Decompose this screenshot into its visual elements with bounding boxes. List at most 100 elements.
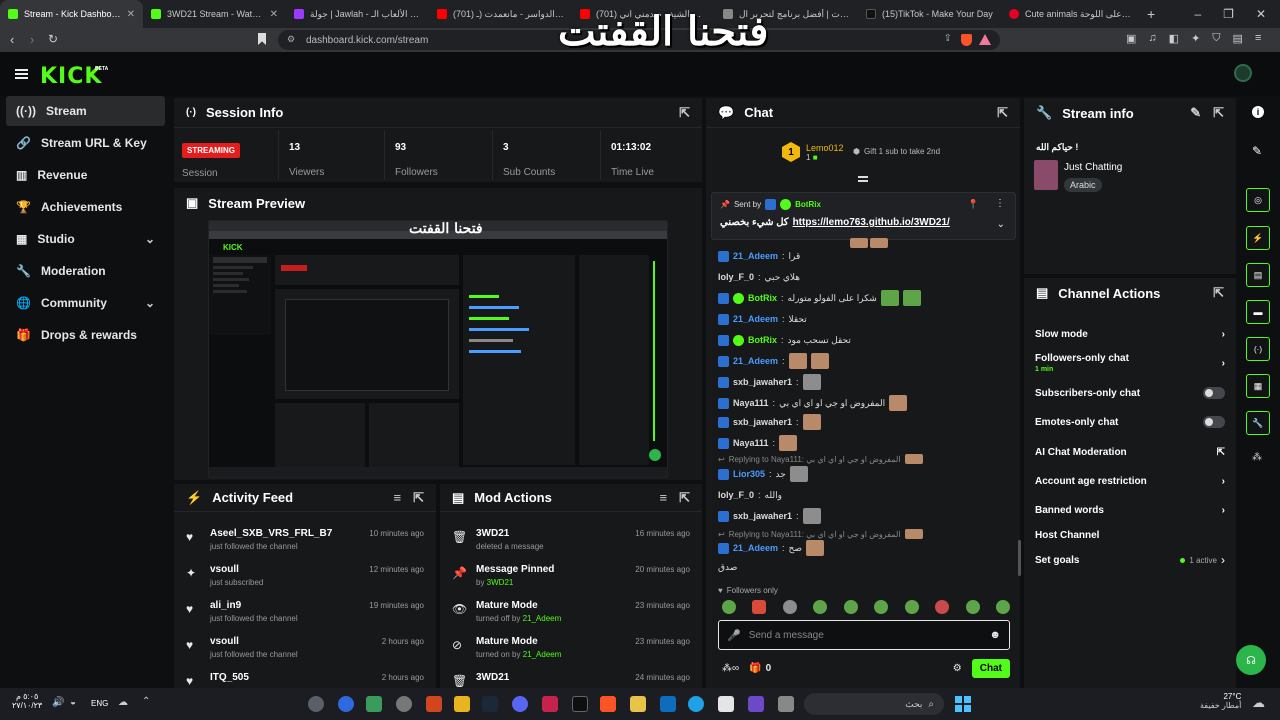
chat-username[interactable]: loly_F_0 <box>718 272 754 282</box>
popout-icon[interactable]: ⇱ <box>1213 285 1224 301</box>
emote-button[interactable] <box>965 600 980 614</box>
language-indicator[interactable]: ENG <box>91 699 108 708</box>
chat-username[interactable]: loly_F_0 <box>718 490 754 500</box>
clock[interactable]: ٥:٠٥ م ٢٧/١٠/٢٣ <box>12 692 42 710</box>
browser-tab[interactable]: (701) شبل الدواسر - مانعمدت (ـ <box>429 0 572 28</box>
popout-icon[interactable]: ⇱ <box>1213 105 1224 121</box>
sidebar-icon[interactable]: ◧ <box>1169 32 1179 45</box>
close-icon[interactable]: ✕ <box>270 9 278 20</box>
activity-user[interactable]: vsoull <box>210 556 263 575</box>
collapse-icon[interactable] <box>858 176 868 182</box>
minimize-icon[interactable]: – <box>1194 7 1201 21</box>
pinned-user[interactable]: BotRix <box>795 200 821 209</box>
sidebar-item-achievements[interactable]: 🏆 Achievements <box>6 192 165 222</box>
maximize-icon[interactable]: ❐ <box>1223 7 1234 21</box>
sidebar-item-stream-url-key[interactable]: 🔗 Stream URL & Key <box>6 128 165 158</box>
host-channel-action[interactable]: Host Channel <box>1035 527 1225 543</box>
sidebar-item-revenue[interactable]: ▥ Revenue <box>6 160 165 190</box>
notification-icon[interactable]: 🔊 <box>52 697 64 708</box>
chat-input[interactable]: 🎤 Send a message ☻ <box>718 620 1010 650</box>
browser-tab[interactable]: جولة | Jawlah - منصة الألعاب الـ <box>286 0 429 28</box>
emote-button[interactable] <box>904 600 919 614</box>
close-icon[interactable]: ✕ <box>127 9 135 20</box>
sidebar-item-studio[interactable]: ▦ Studio ⌄ <box>6 224 165 254</box>
pinned-link[interactable]: https://lemo763.github.io/3WD21/ <box>793 217 950 228</box>
chat-username[interactable]: Naya111 <box>733 438 769 448</box>
back-icon[interactable]: ‹ <box>10 32 14 47</box>
category-thumbnail[interactable] <box>1034 160 1058 190</box>
app-icon[interactable] <box>338 696 354 712</box>
sidebar-item-community[interactable]: 🌐 Community ⌄ <box>6 288 165 318</box>
taskbar-search[interactable]: بحث ⌕ <box>804 693 944 715</box>
emote-button[interactable] <box>995 600 1010 614</box>
hamburger-menu-icon[interactable] <box>15 69 28 79</box>
screenshot-icon[interactable]: ▣ <box>1126 32 1136 45</box>
app-icon[interactable] <box>366 696 382 712</box>
share-icon[interactable]: ⇪ <box>944 33 952 44</box>
task-view-icon[interactable] <box>778 696 794 712</box>
filter-icon[interactable]: ≡ <box>394 490 402 506</box>
account-age-action[interactable]: Account age restriction › <box>1035 473 1225 489</box>
rewards-icon[interactable] <box>979 34 991 45</box>
browser-tab[interactable]: (15)TikTok - Make Your Day <box>858 0 1001 28</box>
rail-camera-button[interactable]: ◎ <box>1246 188 1270 212</box>
kick-logo[interactable]: KICK <box>40 64 102 89</box>
info-icon[interactable]: i <box>1252 106 1264 118</box>
edit-icon[interactable]: ✎ <box>1190 105 1201 121</box>
file-explorer-icon[interactable] <box>630 696 646 712</box>
activity-user[interactable]: ali_in9 <box>210 592 298 611</box>
filter-icon[interactable]: ≡ <box>660 490 668 506</box>
edit-icon[interactable]: ✎ <box>1252 144 1262 158</box>
emotes-only-toggle[interactable] <box>1203 416 1225 428</box>
support-chat-button[interactable]: ☊ <box>1236 645 1266 675</box>
app-icon[interactable] <box>454 696 470 712</box>
subscribers-only-toggle[interactable] <box>1203 387 1225 399</box>
stream-category[interactable]: Just Chatting <box>1064 162 1122 173</box>
windows-start-icon[interactable] <box>955 696 971 712</box>
app-icon[interactable] <box>572 696 588 712</box>
onedrive-icon[interactable]: ☁ <box>118 697 128 708</box>
rail-document-button[interactable]: ▤ <box>1246 263 1270 287</box>
popout-icon[interactable]: ⇱ <box>413 490 424 506</box>
browser-tab[interactable]: Cute animals منشور على اللوحة <box>1001 0 1141 28</box>
activity-user[interactable]: vsoull <box>210 628 298 647</box>
outlook-icon[interactable] <box>660 696 676 712</box>
sidebar-item-drops-rewards[interactable]: 🎁 Drops & rewards <box>6 320 165 350</box>
settings-icon[interactable]: ⚙ <box>953 663 962 674</box>
more-options-icon[interactable]: ⋮ <box>995 198 1005 209</box>
brave-shield-icon[interactable] <box>961 34 972 46</box>
brave-icon[interactable] <box>600 696 616 712</box>
menu-icon[interactable]: ≡ <box>1255 32 1261 45</box>
community-icon[interactable]: ⁂ <box>1252 452 1262 463</box>
chat-username[interactable]: 21_Adeem <box>733 314 778 324</box>
reload-icon[interactable]: ↻ <box>48 32 58 46</box>
settings-app-icon[interactable] <box>308 696 324 712</box>
chat-username[interactable]: sxb_jawaher1 <box>733 511 792 521</box>
popout-icon[interactable]: ⇱ <box>679 105 690 121</box>
browser-tab[interactable]: Stream - Kick Dashboard ✕ <box>0 0 143 28</box>
chat-username[interactable]: sxb_jawaher1 <box>733 377 792 387</box>
send-chat-button[interactable]: Chat <box>971 658 1010 678</box>
emote-button[interactable] <box>935 600 950 614</box>
unpin-icon[interactable]: 📍 <box>968 199 979 210</box>
rail-wrench-button[interactable]: 🔧 <box>1246 411 1270 435</box>
emote-button[interactable] <box>874 600 889 614</box>
emote-button[interactable] <box>813 600 828 614</box>
mod-action-user[interactable]: 21_Adeem <box>523 650 562 659</box>
stream-tag[interactable]: Arabic <box>1064 178 1102 192</box>
m365-icon[interactable] <box>748 696 764 712</box>
chat-username[interactable]: Lior305 <box>733 469 765 479</box>
chat-username[interactable]: BotRix <box>748 293 777 303</box>
weather-widget[interactable]: 27°C أمطار خفيفة <box>1200 692 1241 710</box>
magic-icon[interactable]: ✦ <box>1191 32 1200 45</box>
emote-button[interactable] <box>843 600 858 614</box>
browser-tab[interactable]: 3WD21 Stream - Watch Live on ✕ <box>143 0 286 28</box>
emote-button[interactable] <box>752 600 767 614</box>
wallet-icon[interactable]: ▤ <box>1233 32 1243 45</box>
mod-action-user[interactable]: 21_Adeem <box>523 614 562 623</box>
emote-button[interactable] <box>722 600 736 614</box>
followers-only-action[interactable]: Followers-only chat 1 min › <box>1035 351 1225 375</box>
chat-username[interactable]: BotRix <box>748 335 777 345</box>
banned-words-action[interactable]: Banned words › <box>1035 502 1225 518</box>
gift-icon[interactable]: 🎁 <box>749 663 761 674</box>
